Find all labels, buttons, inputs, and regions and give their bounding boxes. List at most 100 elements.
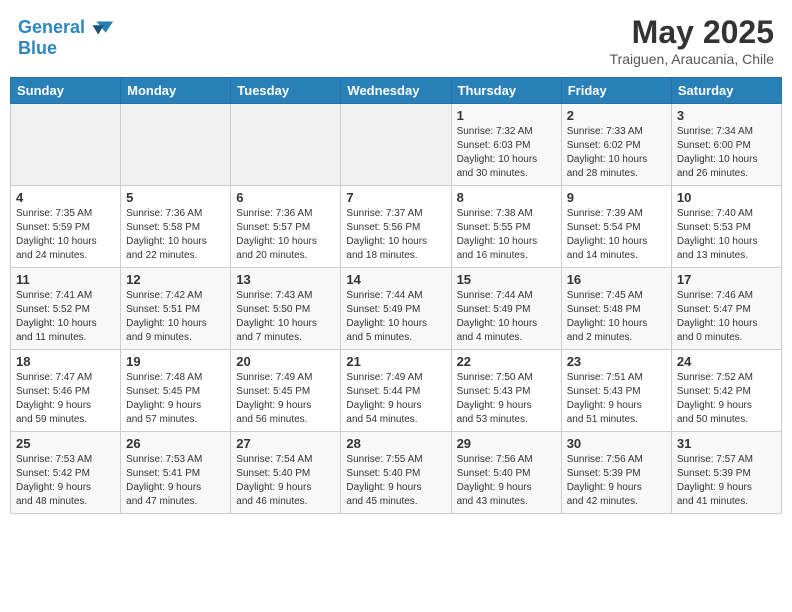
weekday-header-tuesday: Tuesday: [231, 78, 341, 104]
day-info: Sunrise: 7:47 AMSunset: 5:46 PMDaylight:…: [16, 371, 115, 427]
calendar-cell: 29Sunrise: 7:56 AMSunset: 5:40 PMDayligh…: [451, 432, 561, 514]
day-info: Sunrise: 7:50 AMSunset: 5:43 PMDaylight:…: [457, 371, 556, 427]
weekday-header-saturday: Saturday: [671, 78, 781, 104]
day-info: Sunrise: 7:37 AMSunset: 5:56 PMDaylight:…: [346, 207, 445, 263]
calendar-cell: 4Sunrise: 7:35 AMSunset: 5:59 PMDaylight…: [11, 186, 121, 268]
day-info: Sunrise: 7:56 AMSunset: 5:39 PMDaylight:…: [567, 453, 666, 509]
calendar-cell: 17Sunrise: 7:46 AMSunset: 5:47 PMDayligh…: [671, 268, 781, 350]
day-number: 17: [677, 272, 776, 287]
day-number: 12: [126, 272, 225, 287]
calendar-cell: 23 Sunrise: 7:51 AMSunset: 5:43 PMDayligh…: [561, 350, 671, 432]
day-info: Sunrise: 7:43 AMSunset: 5:50 PMDaylight:…: [236, 289, 335, 345]
day-info: Sunrise: 7:44 AMSunset: 5:49 PMDaylight:…: [346, 289, 445, 345]
calendar-cell: 5Sunrise: 7:36 AMSunset: 5:58 PMDaylight…: [121, 186, 231, 268]
calendar-week-2: 4Sunrise: 7:35 AMSunset: 5:59 PMDaylight…: [11, 186, 782, 268]
day-number: 26: [126, 436, 225, 451]
calendar-cell: 27Sunrise: 7:54 AMSunset: 5:40 PMDayligh…: [231, 432, 341, 514]
calendar-cell: 20 Sunrise: 7:49 AMSunset: 5:45 PMDayligh…: [231, 350, 341, 432]
day-number: 10: [677, 190, 776, 205]
day-number: 1: [457, 108, 556, 123]
calendar-week-4: 18Sunrise: 7:47 AMSunset: 5:46 PMDayligh…: [11, 350, 782, 432]
title-block: May 2025 Traiguen, Araucania, Chile: [610, 14, 774, 67]
day-info: Sunrise: 7:44 AMSunset: 5:49 PMDaylight:…: [457, 289, 556, 345]
day-info: Sunrise: 7:51 AMSunset: 5:43 PMDaylight:…: [567, 371, 666, 427]
day-info: Sunrise: 7:42 AMSunset: 5:51 PMDaylight:…: [126, 289, 225, 345]
calendar-cell: 3Sunrise: 7:34 AMSunset: 6:00 PMDaylight…: [671, 104, 781, 186]
calendar-week-5: 25Sunrise: 7:53 AMSunset: 5:42 PMDayligh…: [11, 432, 782, 514]
day-info: Sunrise: 7:54 AMSunset: 5:40 PMDaylight:…: [236, 453, 335, 509]
day-info: Sunrise: 7:53 AMSunset: 5:41 PMDaylight:…: [126, 453, 225, 509]
calendar-cell: 6 Sunrise: 7:36 AMSunset: 5:57 PMDaylight…: [231, 186, 341, 268]
calendar-cell: 10 Sunrise: 7:40 AMSunset: 5:53 PMDayligh…: [671, 186, 781, 268]
day-number: 9: [567, 190, 666, 205]
calendar-cell: [11, 104, 121, 186]
day-number: 13: [236, 272, 335, 287]
calendar-cell: 26 Sunrise: 7:53 AMSunset: 5:41 PMDayligh…: [121, 432, 231, 514]
calendar-cell: [341, 104, 451, 186]
calendar-cell: 12 Sunrise: 7:42 AMSunset: 5:51 PMDayligh…: [121, 268, 231, 350]
day-info: Sunrise: 7:35 AMSunset: 5:59 PMDaylight:…: [16, 207, 115, 263]
day-number: 28: [346, 436, 445, 451]
day-info: Sunrise: 7:36 AMSunset: 5:57 PMDaylight:…: [236, 207, 335, 263]
calendar-cell: [231, 104, 341, 186]
day-number: 2: [567, 108, 666, 123]
day-info: Sunrise: 7:33 AMSunset: 6:02 PMDaylight:…: [567, 125, 666, 181]
day-info: Sunrise: 7:45 AMSunset: 5:48 PMDaylight:…: [567, 289, 666, 345]
day-number: 11: [16, 272, 115, 287]
day-number: 22: [457, 354, 556, 369]
day-number: 7: [346, 190, 445, 205]
day-number: 8: [457, 190, 556, 205]
calendar-table: SundayMondayTuesdayWednesdayThursdayFrid…: [10, 77, 782, 514]
logo-icon: [87, 14, 115, 42]
day-info: Sunrise: 7:57 AMSunset: 5:39 PMDaylight:…: [677, 453, 776, 509]
day-info: Sunrise: 7:40 AMSunset: 5:53 PMDaylight:…: [677, 207, 776, 263]
weekday-header-friday: Friday: [561, 78, 671, 104]
calendar-cell: 16 Sunrise: 7:45 AMSunset: 5:48 PMDayligh…: [561, 268, 671, 350]
day-info: Sunrise: 7:48 AMSunset: 5:45 PMDaylight:…: [126, 371, 225, 427]
calendar-week-1: 1 Sunrise: 7:32 AMSunset: 6:03 PMDaylight…: [11, 104, 782, 186]
day-number: 3: [677, 108, 776, 123]
calendar-cell: 1 Sunrise: 7:32 AMSunset: 6:03 PMDaylight…: [451, 104, 561, 186]
day-number: 29: [457, 436, 556, 451]
day-number: 6: [236, 190, 335, 205]
calendar-cell: 19 Sunrise: 7:48 AMSunset: 5:45 PMDayligh…: [121, 350, 231, 432]
calendar-cell: 2 Sunrise: 7:33 AMSunset: 6:02 PMDaylight…: [561, 104, 671, 186]
day-info: Sunrise: 7:32 AMSunset: 6:03 PMDaylight:…: [457, 125, 556, 181]
day-number: 14: [346, 272, 445, 287]
weekday-header-monday: Monday: [121, 78, 231, 104]
day-number: 5: [126, 190, 225, 205]
calendar-cell: 13 Sunrise: 7:43 AMSunset: 5:50 PMDayligh…: [231, 268, 341, 350]
calendar-cell: 18Sunrise: 7:47 AMSunset: 5:46 PMDayligh…: [11, 350, 121, 432]
calendar-cell: 28 Sunrise: 7:55 AMSunset: 5:40 PMDayligh…: [341, 432, 451, 514]
day-info: Sunrise: 7:49 AMSunset: 5:45 PMDaylight:…: [236, 371, 335, 427]
calendar-cell: 30 Sunrise: 7:56 AMSunset: 5:39 PMDayligh…: [561, 432, 671, 514]
day-info: Sunrise: 7:55 AMSunset: 5:40 PMDaylight:…: [346, 453, 445, 509]
calendar-cell: 7 Sunrise: 7:37 AMSunset: 5:56 PMDaylight…: [341, 186, 451, 268]
month-title: May 2025: [610, 14, 774, 51]
day-info: Sunrise: 7:49 AMSunset: 5:44 PMDaylight:…: [346, 371, 445, 427]
day-number: 21: [346, 354, 445, 369]
weekday-header-row: SundayMondayTuesdayWednesdayThursdayFrid…: [11, 78, 782, 104]
day-number: 16: [567, 272, 666, 287]
calendar-cell: 11 Sunrise: 7:41 AMSunset: 5:52 PMDayligh…: [11, 268, 121, 350]
calendar-cell: 15 Sunrise: 7:44 AMSunset: 5:49 PMDayligh…: [451, 268, 561, 350]
day-info: Sunrise: 7:38 AMSunset: 5:55 PMDaylight:…: [457, 207, 556, 263]
calendar-cell: 31Sunrise: 7:57 AMSunset: 5:39 PMDayligh…: [671, 432, 781, 514]
day-info: Sunrise: 7:41 AMSunset: 5:52 PMDaylight:…: [16, 289, 115, 345]
calendar-cell: 22 Sunrise: 7:50 AMSunset: 5:43 PMDayligh…: [451, 350, 561, 432]
location-subtitle: Traiguen, Araucania, Chile: [610, 51, 774, 67]
calendar-cell: 9Sunrise: 7:39 AMSunset: 5:54 PMDaylight…: [561, 186, 671, 268]
day-number: 30: [567, 436, 666, 451]
weekday-header-sunday: Sunday: [11, 78, 121, 104]
day-info: Sunrise: 7:52 AMSunset: 5:42 PMDaylight:…: [677, 371, 776, 427]
day-number: 23: [567, 354, 666, 369]
calendar-cell: 25Sunrise: 7:53 AMSunset: 5:42 PMDayligh…: [11, 432, 121, 514]
logo-text: General: [18, 18, 85, 38]
calendar-cell: 24 Sunrise: 7:52 AMSunset: 5:42 PMDayligh…: [671, 350, 781, 432]
day-number: 19: [126, 354, 225, 369]
calendar-cell: 8 Sunrise: 7:38 AMSunset: 5:55 PMDaylight…: [451, 186, 561, 268]
day-number: 24: [677, 354, 776, 369]
day-number: 15: [457, 272, 556, 287]
calendar-cell: 14 Sunrise: 7:44 AMSunset: 5:49 PMDayligh…: [341, 268, 451, 350]
day-number: 20: [236, 354, 335, 369]
